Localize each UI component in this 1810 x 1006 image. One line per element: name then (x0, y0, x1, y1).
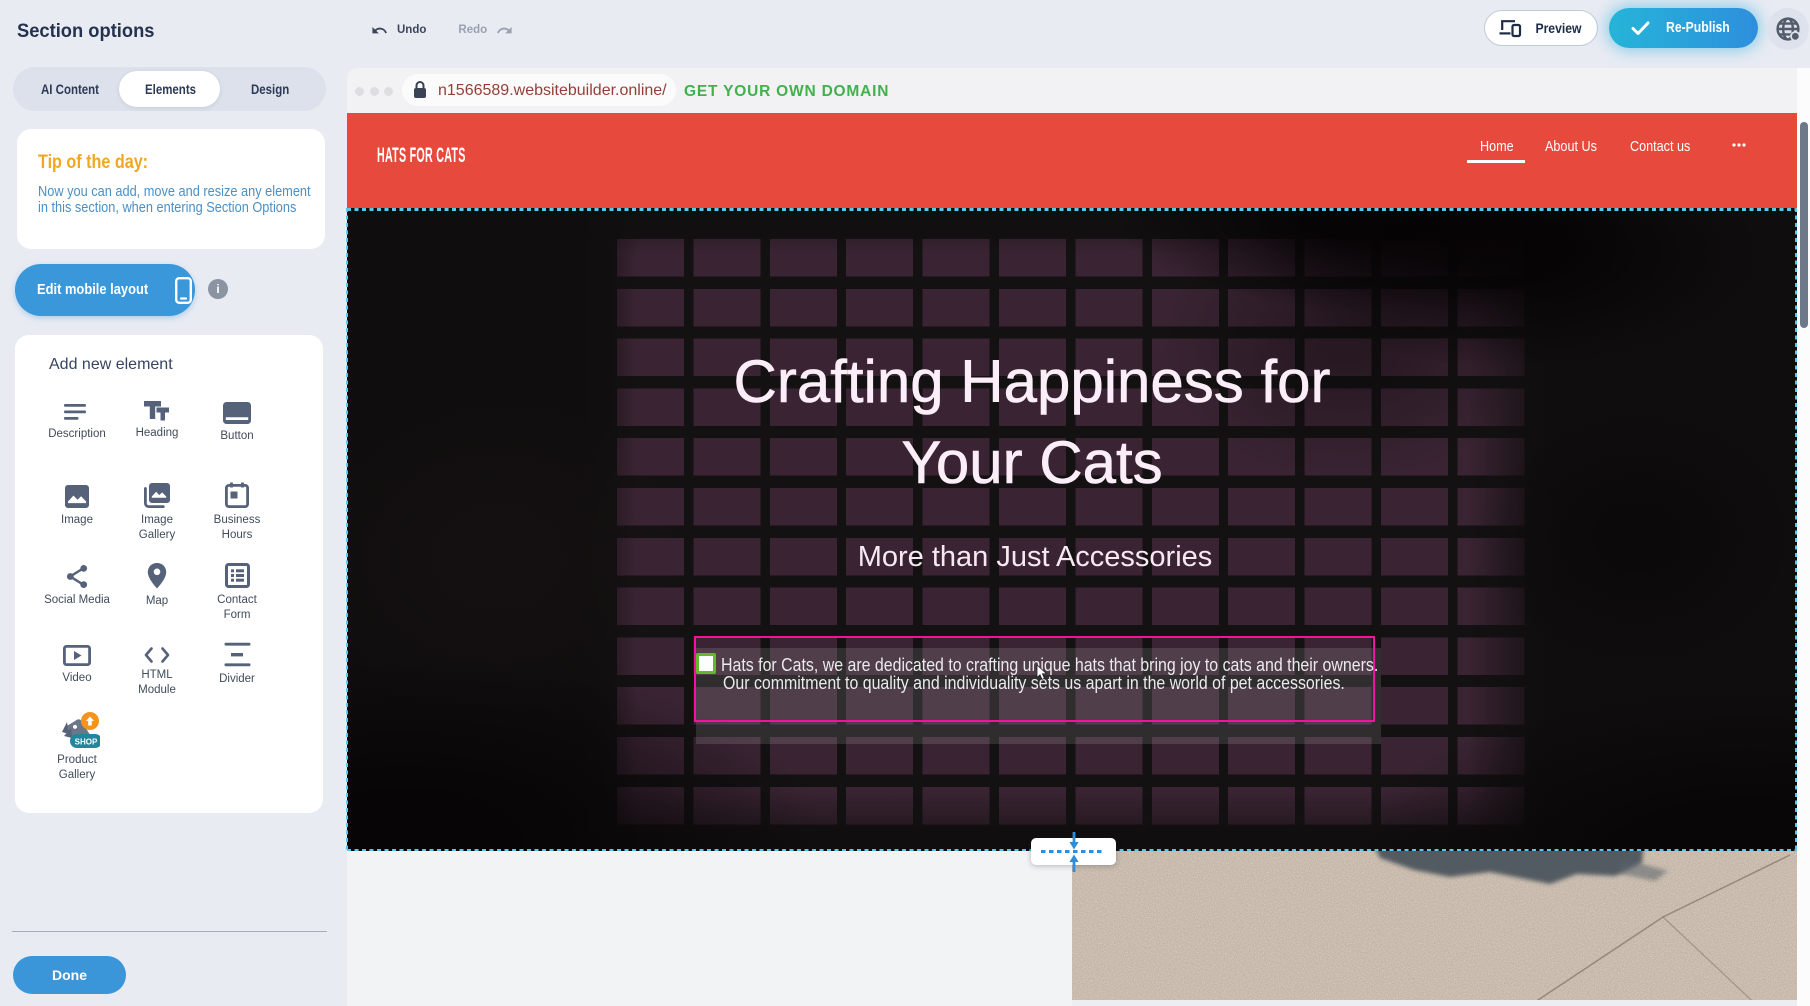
svg-text:SHOP: SHOP (75, 738, 98, 747)
